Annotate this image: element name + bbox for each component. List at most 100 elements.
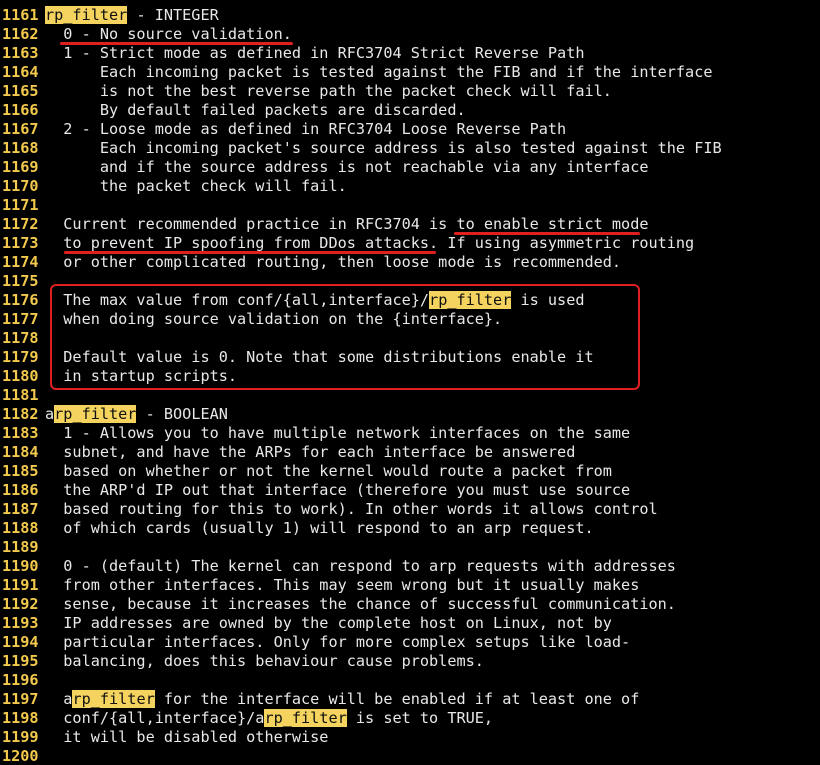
text-segment: of which cards (usually 1) will respond … bbox=[45, 519, 594, 537]
line-text: subnet, and have the ARPs for each inter… bbox=[40, 443, 575, 462]
line-number: 1195 bbox=[2, 652, 39, 670]
text-segment: the packet check will fail. bbox=[45, 177, 347, 195]
line-text: of which cards (usually 1) will respond … bbox=[40, 519, 594, 538]
line-number: 1185 bbox=[2, 462, 39, 480]
line-text: 1 - Allows you to have multiple network … bbox=[40, 424, 630, 443]
text-segment: it will be disabled otherwise bbox=[45, 728, 329, 746]
text-segment: based on whether or not the kernel would… bbox=[45, 462, 612, 480]
line-number: 1170 bbox=[2, 177, 39, 195]
line-text: from other interfaces. This may seem wro… bbox=[40, 576, 639, 595]
code-line[interactable]: 1196 bbox=[0, 671, 820, 690]
text-segment: based routing for this to work). In othe… bbox=[45, 500, 658, 518]
line-text: sense, because it increases the chance o… bbox=[40, 595, 676, 614]
text-segment: conf/{all,interface}/a bbox=[45, 709, 265, 727]
text-segment: 1 - Strict mode as defined in RFC3704 St… bbox=[45, 44, 585, 62]
annotation-underline bbox=[454, 232, 640, 235]
code-line[interactable]: 1166 By default failed packets are disca… bbox=[0, 101, 820, 120]
line-number: 1182 bbox=[2, 405, 39, 423]
line-number: 1164 bbox=[2, 63, 39, 81]
code-line[interactable]: 1190 0 - (default) The kernel can respon… bbox=[0, 557, 820, 576]
text-segment: Current recommended practice in RFC3704 … bbox=[45, 215, 649, 233]
text-segment: a bbox=[45, 690, 73, 708]
text-segment: for the interface will be enabled if at … bbox=[154, 690, 640, 708]
code-line[interactable]: 1194 particular interfaces. Only for mor… bbox=[0, 633, 820, 652]
code-line[interactable]: 1170 the packet check will fail. bbox=[0, 177, 820, 196]
line-text: By default failed packets are discarded. bbox=[40, 101, 466, 120]
line-number: 1194 bbox=[2, 633, 39, 651]
text-segment: 1 - Allows you to have multiple network … bbox=[45, 424, 631, 442]
line-number: 1187 bbox=[2, 500, 39, 518]
line-number: 1175 bbox=[2, 272, 39, 290]
line-number: 1189 bbox=[2, 538, 39, 556]
text-segment: a bbox=[45, 405, 55, 423]
code-line[interactable]: 1187 based routing for this to work). In… bbox=[0, 500, 820, 519]
code-line[interactable]: 1186 the ARP'd IP out that interface (th… bbox=[0, 481, 820, 500]
text-segment: 0 - (default) The kernel can respond to … bbox=[45, 557, 676, 575]
code-line[interactable]: 1188 of which cards (usually 1) will res… bbox=[0, 519, 820, 538]
line-text: 1 - Strict mode as defined in RFC3704 St… bbox=[40, 44, 584, 63]
line-number: 1177 bbox=[2, 310, 39, 328]
line-text: Each incoming packet's source address is… bbox=[40, 139, 722, 158]
line-number: 1169 bbox=[2, 158, 39, 176]
code-line[interactable]: 1167 2 - Loose mode as defined in RFC370… bbox=[0, 120, 820, 139]
code-line[interactable]: 1168 Each incoming packet's source addre… bbox=[0, 139, 820, 158]
text-segment: 0 - No source validation. bbox=[45, 25, 292, 43]
line-text: rp_filter - INTEGER bbox=[40, 6, 219, 25]
code-line[interactable]: 1171 bbox=[0, 196, 820, 215]
line-number: 1167 bbox=[2, 120, 39, 138]
line-text: the ARP'd IP out that interface (therefo… bbox=[40, 481, 630, 500]
text-segment: to prevent IP spoofing from DDos attacks… bbox=[45, 234, 695, 252]
code-line[interactable]: 1199 it will be disabled otherwise bbox=[0, 728, 820, 747]
code-line[interactable]: 1161 rp_filter - INTEGER bbox=[0, 6, 820, 25]
code-line[interactable]: 1184 subnet, and have the ARPs for each … bbox=[0, 443, 820, 462]
code-line[interactable]: 1200 bbox=[0, 747, 820, 765]
code-line[interactable]: 1172 Current recommended practice in RFC… bbox=[0, 215, 820, 234]
code-line[interactable]: 1191 from other interfaces. This may see… bbox=[0, 576, 820, 595]
search-highlight: rp_filter bbox=[54, 405, 137, 423]
line-number: 1176 bbox=[2, 291, 39, 309]
line-text: based routing for this to work). In othe… bbox=[40, 500, 658, 519]
code-line[interactable]: 1197 arp_filter for the interface will b… bbox=[0, 690, 820, 709]
code-line[interactable]: 1185 based on whether or not the kernel … bbox=[0, 462, 820, 481]
text-segment: particular interfaces. Only for more com… bbox=[45, 633, 631, 651]
line-text: and if the source address is not reachab… bbox=[40, 158, 649, 177]
annotation-box bbox=[50, 284, 640, 390]
search-highlight: rp_filter bbox=[45, 6, 128, 24]
line-number: 1168 bbox=[2, 139, 39, 157]
code-line[interactable]: 1183 1 - Allows you to have multiple net… bbox=[0, 424, 820, 443]
text-segment: is set to TRUE, bbox=[346, 709, 494, 727]
text-segment: subnet, and have the ARPs for each inter… bbox=[45, 443, 576, 461]
line-number: 1173 bbox=[2, 234, 39, 252]
text-segment: or other complicated routing, then loose… bbox=[45, 253, 622, 271]
text-editor[interactable]: 1161 rp_filter - INTEGER 1162 0 - No sourc… bbox=[0, 0, 820, 765]
line-number: 1165 bbox=[2, 82, 39, 100]
line-number: 1188 bbox=[2, 519, 39, 537]
code-line[interactable]: 1192 sense, because it increases the cha… bbox=[0, 595, 820, 614]
line-number: 1197 bbox=[2, 690, 39, 708]
line-text: it will be disabled otherwise bbox=[40, 728, 328, 747]
code-line[interactable]: 1182 arp_filter - BOOLEAN bbox=[0, 405, 820, 424]
code-line[interactable]: 1198 conf/{all,interface}/arp_filter is … bbox=[0, 709, 820, 728]
line-text: 0 - (default) The kernel can respond to … bbox=[40, 557, 676, 576]
text-segment: the ARP'd IP out that interface (therefo… bbox=[45, 481, 631, 499]
text-segment: Each incoming packet is tested against t… bbox=[45, 63, 713, 81]
line-number: 1180 bbox=[2, 367, 39, 385]
code-line[interactable]: 1164 Each incoming packet is tested agai… bbox=[0, 63, 820, 82]
line-number: 1161 bbox=[2, 6, 39, 24]
code-line[interactable]: 1165 is not the best reverse path the pa… bbox=[0, 82, 820, 101]
text-segment: By default failed packets are discarded. bbox=[45, 101, 466, 119]
line-number: 1191 bbox=[2, 576, 39, 594]
code-line[interactable]: 1174 or other complicated routing, then … bbox=[0, 253, 820, 272]
annotation-underline bbox=[60, 42, 293, 45]
line-text: particular interfaces. Only for more com… bbox=[40, 633, 630, 652]
code-line[interactable]: 1193 IP addresses are owned by the compl… bbox=[0, 614, 820, 633]
code-line[interactable]: 1169 and if the source address is not re… bbox=[0, 158, 820, 177]
text-segment: Each incoming packet's source address is… bbox=[45, 139, 722, 157]
line-number: 1190 bbox=[2, 557, 39, 575]
text-segment: - INTEGER bbox=[127, 6, 219, 24]
code-line[interactable]: 1195 balancing, does this behaviour caus… bbox=[0, 652, 820, 671]
code-line[interactable]: 1189 bbox=[0, 538, 820, 557]
line-number: 1174 bbox=[2, 253, 39, 271]
line-number: 1162 bbox=[2, 25, 39, 43]
code-line[interactable]: 1163 1 - Strict mode as defined in RFC37… bbox=[0, 44, 820, 63]
